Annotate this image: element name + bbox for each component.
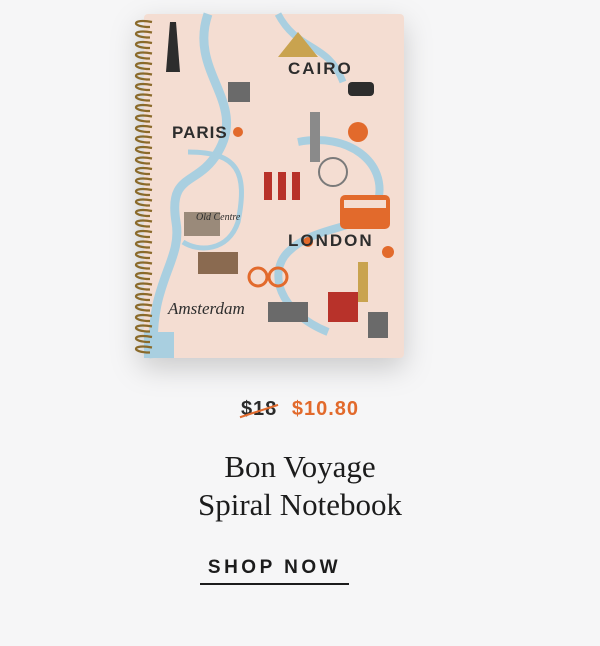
shop-now-button[interactable]: SHOP NOW [200,553,349,585]
map-label-cairo: CAIRO [288,59,353,78]
product-title-line2: Spiral Notebook [197,487,403,522]
price-row: $18 $10.80 [0,398,600,421]
map-label-paris: PARIS [172,123,228,142]
product-image[interactable]: CAIRO PARIS LONDON Amsterdam Old Centre [128,12,406,360]
product-title[interactable]: Bon Voyage Spiral Notebook [0,448,600,524]
map-label-london: LONDON [288,231,374,250]
map-label-old-centre: Old Centre [196,212,241,223]
price-original: $18 [240,398,278,420]
price-sale: $10.80 [291,398,360,420]
product-title-line1: Bon Voyage [224,449,376,484]
map-label-amsterdam: Amsterdam [167,299,245,318]
